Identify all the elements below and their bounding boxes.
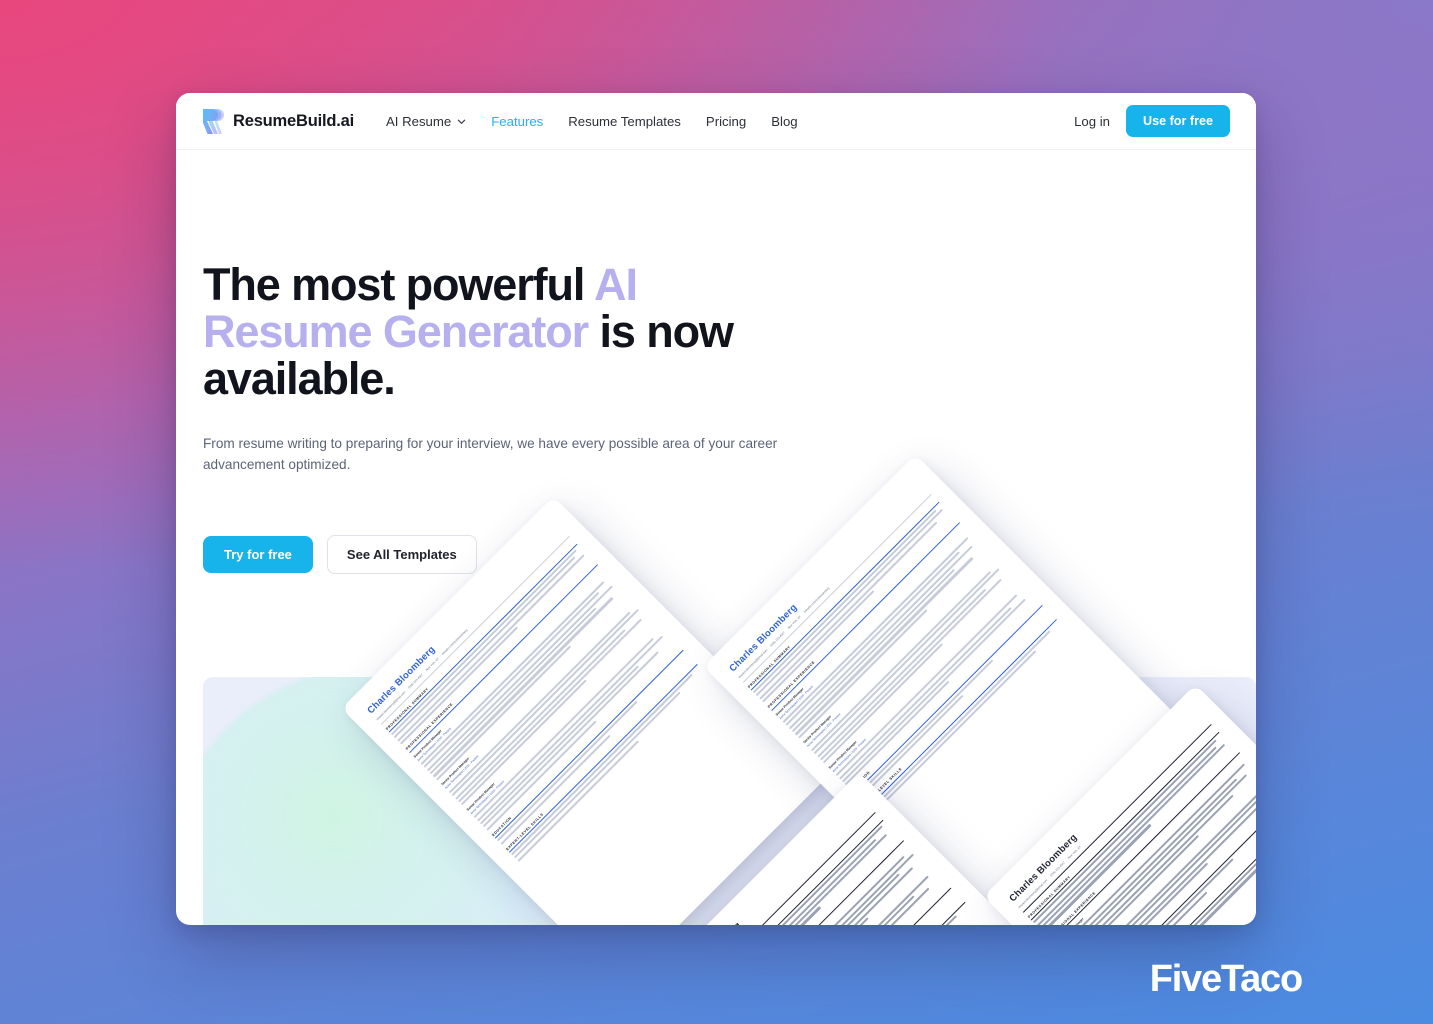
letter-r-gradient-logo-icon — [203, 108, 224, 134]
headline-part-1: The most powerful — [203, 259, 595, 310]
chevron-down-icon — [457, 119, 466, 124]
showcase-band — [203, 677, 1256, 925]
nav-label: AI Resume — [385, 113, 452, 129]
use-for-free-button[interactable]: Use for free — [1126, 105, 1230, 137]
nav-item-features[interactable]: Features — [491, 114, 543, 129]
nav-label: Features — [491, 113, 544, 129]
nav-label: Pricing — [705, 113, 747, 129]
brand-name: ResumeBuild.ai — [233, 111, 354, 130]
hero-section: The most powerful AI Resume Generator is… — [176, 150, 1256, 574]
fivetaco-watermark: FiveTaco — [1149, 958, 1304, 1000]
page-title: The most powerful AI Resume Generator is… — [203, 259, 803, 402]
nav-label: Blog — [771, 113, 798, 129]
main-nav: AI Resume Features Resume Templates Pric… — [386, 114, 798, 129]
brand-logo[interactable]: ResumeBuild.ai — [203, 108, 354, 134]
contact-location: New York, NY — [424, 656, 440, 672]
nav-label: Resume Templates — [568, 113, 681, 129]
contact-email: charles.bloomberg@gmail.com — [737, 648, 769, 680]
nav-item-blog[interactable]: Blog — [771, 114, 797, 129]
nav-item-resume-templates[interactable]: Resume Templates — [568, 114, 681, 129]
contact-linkedin: linkedin.com/in/cbloomberg — [440, 628, 469, 656]
contact-linkedin: linkedin.com/in/cbloomberg — [802, 586, 831, 614]
try-for-free-button[interactable]: Try for free — [203, 535, 313, 573]
nav-item-pricing[interactable]: Pricing — [706, 114, 746, 129]
header-actions: Log in Use for free — [1074, 105, 1230, 137]
contact-phone: (555) 123-4567 — [769, 630, 786, 648]
hero-subcopy: From resume writing to preparing for you… — [203, 436, 778, 473]
login-link[interactable]: Log in — [1074, 114, 1110, 129]
see-all-templates-button[interactable]: See All Templates — [326, 534, 477, 574]
nav-item-ai-resume[interactable]: AI Resume — [386, 114, 466, 129]
decorative-gradient-blob — [203, 677, 593, 925]
browser-window: ResumeBuild.ai AI Resume Features Resume… — [176, 93, 1256, 925]
hero-cta-row: Try for free See All Templates — [203, 534, 1256, 574]
site-header: ResumeBuild.ai AI Resume Features Resume… — [176, 93, 1256, 150]
contact-location: New York, NY — [786, 614, 802, 630]
